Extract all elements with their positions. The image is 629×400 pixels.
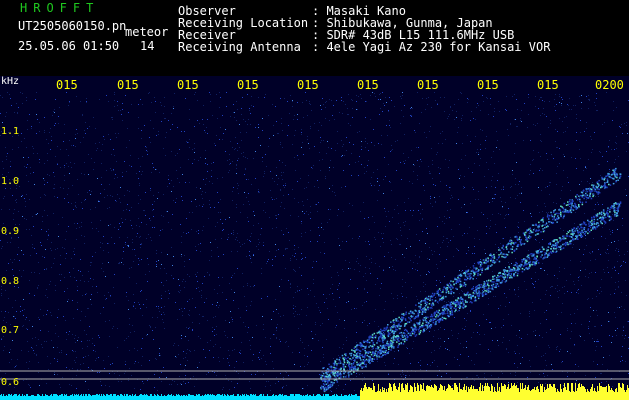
timestamp-label: 25.05.06 01:50 xyxy=(18,39,120,53)
time-label: 015 xyxy=(477,78,499,92)
y-tick-label: 1.0 xyxy=(1,176,19,187)
filename-suffix: meteor xyxy=(125,25,169,39)
y-tick-label: 0.7 xyxy=(1,325,19,336)
spectrogram-background xyxy=(0,76,629,400)
meta-key-antenna: Receiving Antenna xyxy=(178,40,301,54)
y-axis-unit: kHz xyxy=(1,76,19,87)
time-label: 015 xyxy=(297,78,319,92)
time-label: 0200 xyxy=(595,78,624,92)
count-label: 14 xyxy=(140,39,155,53)
time-label: 015 xyxy=(357,78,379,92)
time-label: 015 xyxy=(237,78,259,92)
y-tick-label: 0.6 xyxy=(1,377,19,388)
spectrogram-view: kHz 1.1 1.0 0.9 0.8 0.7 0.6 015 015 015 … xyxy=(0,76,629,400)
y-tick-label: 0.8 xyxy=(1,276,19,287)
y-tick-label: 0.9 xyxy=(1,226,19,237)
header-panel: HROFFT UT2505060150.pn meteor 25.05.06 0… xyxy=(0,0,629,76)
meta-value-antenna: : 4ele Yagi Az 230 for Kansai VOR xyxy=(312,40,551,54)
time-label: 015 xyxy=(537,78,559,92)
time-label: 015 xyxy=(117,78,139,92)
time-label: 015 xyxy=(56,78,78,92)
app-title: HROFFT xyxy=(20,1,100,15)
filename-label: UT2505060150.pn xyxy=(18,19,127,33)
time-label: 015 xyxy=(177,78,199,92)
y-tick-label: 1.1 xyxy=(1,126,19,137)
time-label: 015 xyxy=(417,78,439,92)
